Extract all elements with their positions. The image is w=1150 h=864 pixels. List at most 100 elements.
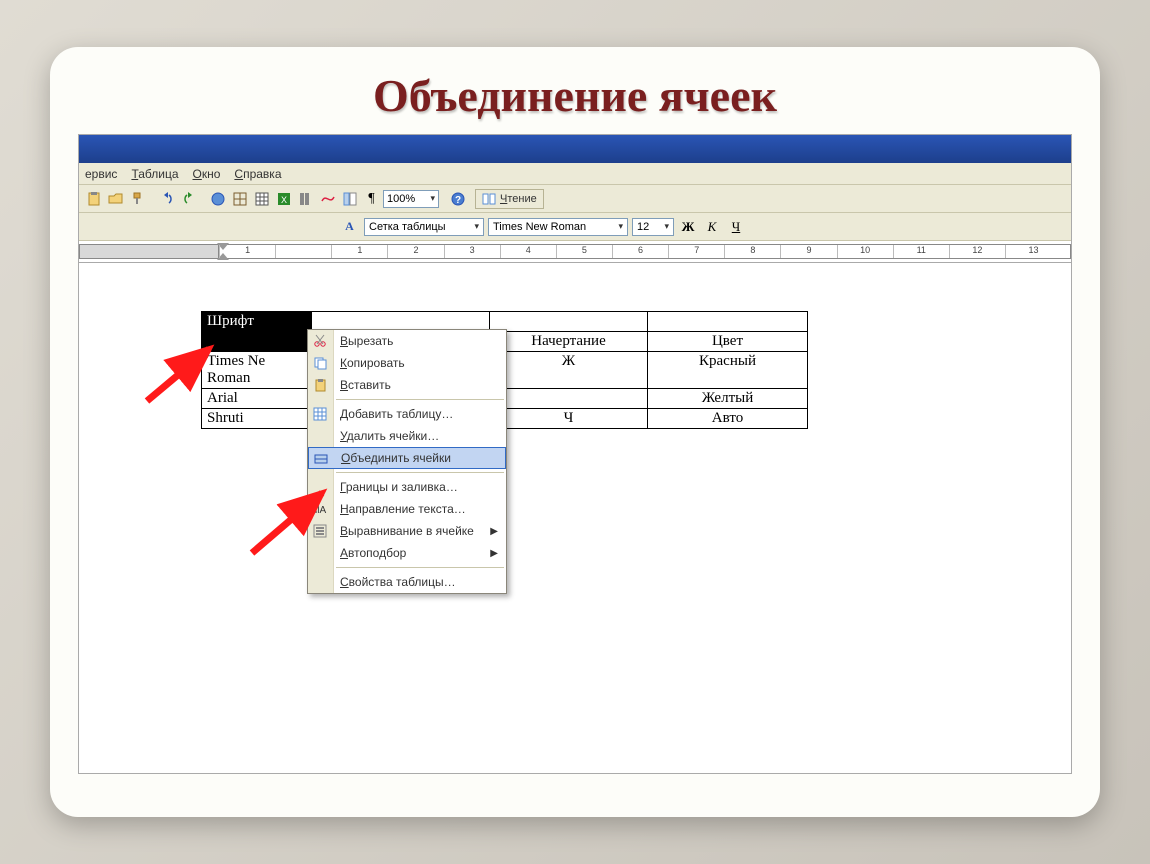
context-menu-item[interactable]: Вставить: [308, 374, 506, 396]
dropdown-arrow-icon[interactable]: ▾: [618, 221, 623, 232]
submenu-arrow-icon: ▶: [490, 548, 498, 559]
paste-icon: [311, 376, 329, 394]
table-cell[interactable]: [648, 312, 808, 332]
copy-icon: [311, 354, 329, 372]
submenu-arrow-icon: ▶: [490, 526, 498, 537]
merge-icon: [312, 450, 330, 468]
context-menu-item[interactable]: Границы и заливка…: [308, 476, 506, 498]
styles-icon[interactable]: A: [339, 216, 360, 237]
blank-icon: [311, 573, 329, 591]
size-dropdown[interactable]: 12 ▾: [632, 218, 674, 236]
table-cell[interactable]: Начертание: [490, 332, 648, 352]
menu-bar[interactable]: ервис Таблица Окно Справка: [79, 163, 1071, 185]
paste-icon[interactable]: [83, 188, 104, 209]
context-menu[interactable]: Вырезать Копировать Вставить Добавить табли…: [307, 329, 507, 594]
cut-icon: [311, 332, 329, 350]
italic-button[interactable]: К: [702, 217, 722, 237]
screenshot-area: ервис Таблица Окно Справка X: [78, 134, 1072, 774]
window-titlebar: [79, 135, 1071, 163]
table-cell[interactable]: [490, 389, 648, 409]
hyperlink-icon[interactable]: [207, 188, 228, 209]
context-menu-label: Копировать: [340, 356, 405, 370]
context-menu-item[interactable]: Вырезать: [308, 330, 506, 352]
blank-icon: [311, 544, 329, 562]
size-value: 12: [637, 221, 649, 233]
font-value: Times New Roman: [493, 221, 586, 233]
context-menu-item[interactable]: Копировать: [308, 352, 506, 374]
underline-button[interactable]: Ч: [726, 217, 746, 237]
table-cell[interactable]: Авто: [648, 409, 808, 429]
context-menu-label: Автоподбор: [340, 546, 406, 560]
table-cell[interactable]: Желтый: [648, 389, 808, 409]
columns-icon[interactable]: [295, 188, 316, 209]
context-menu-item[interactable]: Автоподбор ▶: [308, 542, 506, 564]
dropdown-arrow-icon[interactable]: ▾: [430, 193, 435, 204]
formatting-toolbar: A Сетка таблицы ▾ Times New Roman ▾ 12 ▾…: [79, 213, 1071, 241]
paragraph-marks-icon[interactable]: ¶: [361, 188, 382, 209]
standard-toolbar: X ¶ 100% ▾ ? Чтение: [79, 185, 1071, 213]
context-menu-label: Свойства таблицы…: [340, 575, 456, 589]
slide-title: Объединение ячеек: [78, 69, 1072, 122]
excel-icon[interactable]: X: [273, 188, 294, 209]
redo-icon[interactable]: [178, 188, 199, 209]
blank-icon: [311, 427, 329, 445]
horizontal-ruler[interactable]: 112345678910111213: [79, 241, 1071, 263]
context-menu-item[interactable]: Выравнивание в ячейке ▶: [308, 520, 506, 542]
context-menu-label: Границы и заливка…: [340, 480, 458, 494]
menu-help[interactable]: Справка: [234, 167, 281, 181]
blank-icon: [311, 478, 329, 496]
style-dropdown[interactable]: Сетка таблицы ▾: [364, 218, 484, 236]
context-menu-label: Вставить: [340, 378, 391, 392]
menu-window[interactable]: Окно: [193, 167, 221, 181]
format-painter-icon[interactable]: [127, 188, 148, 209]
svg-text:llA: llA: [315, 505, 326, 516]
text-dir-icon: llA: [311, 500, 329, 518]
document-area[interactable]: Шрифт Размер Начертание Цвет Times Ne Ro…: [79, 263, 1071, 773]
table-icon: [311, 405, 329, 423]
align-icon: [311, 522, 329, 540]
context-menu-item[interactable]: Удалить ячейки…: [308, 425, 506, 447]
table-cell[interactable]: Ж: [490, 352, 648, 389]
svg-text:?: ?: [454, 195, 460, 206]
context-menu-item[interactable]: Добавить таблицу…: [308, 403, 506, 425]
drawing-icon[interactable]: [317, 188, 338, 209]
zoom-field[interactable]: 100% ▾: [383, 190, 439, 208]
table-cell[interactable]: [202, 332, 312, 352]
zoom-value: 100%: [387, 193, 415, 205]
context-menu-label: Выравнивание в ячейке: [340, 524, 474, 538]
slide-frame: Объединение ячеек ервис Таблица Окно Спр…: [50, 47, 1100, 817]
table-cell[interactable]: Ч: [490, 409, 648, 429]
font-dropdown[interactable]: Times New Roman ▾: [488, 218, 628, 236]
context-menu-label: Направление текста…: [340, 502, 466, 516]
context-menu-label: Вырезать: [340, 334, 393, 348]
menu-table[interactable]: Таблица: [131, 167, 178, 181]
undo-icon[interactable]: [156, 188, 177, 209]
open-icon[interactable]: [105, 188, 126, 209]
table-cell[interactable]: Shruti: [202, 409, 312, 429]
context-menu-item[interactable]: Объединить ячейки: [308, 447, 506, 469]
dropdown-arrow-icon[interactable]: ▾: [474, 221, 479, 232]
context-menu-label: Объединить ячейки: [341, 451, 451, 465]
svg-text:X: X: [280, 195, 286, 205]
table-cell[interactable]: Arial: [202, 389, 312, 409]
context-menu-item[interactable]: Свойства таблицы…: [308, 571, 506, 593]
dropdown-arrow-icon[interactable]: ▾: [664, 221, 669, 232]
cell-text: Times Ne: [207, 353, 265, 369]
style-value: Сетка таблицы: [369, 221, 446, 233]
tables-borders-icon[interactable]: [229, 188, 250, 209]
table-cell[interactable]: Times Ne Roman: [202, 352, 312, 389]
reading-mode-button[interactable]: Чтение: [475, 189, 544, 209]
table-cell[interactable]: Цвет: [648, 332, 808, 352]
bold-button[interactable]: Ж: [678, 217, 698, 237]
doc-map-icon[interactable]: [339, 188, 360, 209]
menu-service[interactable]: ервис: [85, 167, 117, 181]
context-menu-item[interactable]: llA Направление текста…: [308, 498, 506, 520]
context-menu-label: Добавить таблицу…: [340, 407, 453, 421]
cell-text: Roman: [207, 370, 250, 386]
table-cell[interactable]: [490, 312, 648, 332]
context-menu-label: Удалить ячейки…: [340, 429, 439, 443]
help-icon[interactable]: ?: [447, 188, 468, 209]
table-cell[interactable]: Шрифт: [202, 312, 312, 332]
insert-table-icon[interactable]: [251, 188, 272, 209]
table-cell[interactable]: Красный: [648, 352, 808, 389]
